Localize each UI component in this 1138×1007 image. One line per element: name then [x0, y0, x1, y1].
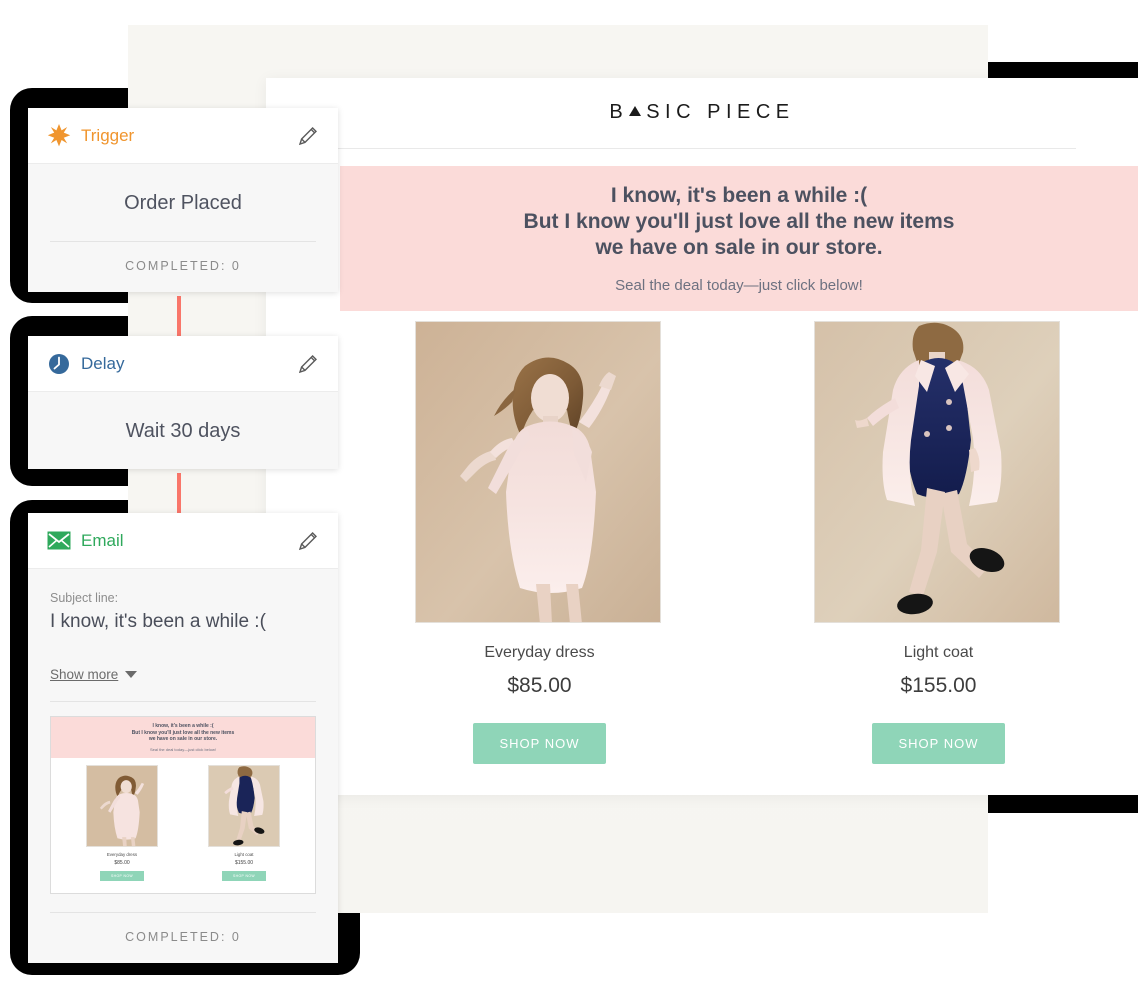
pencil-icon[interactable]	[296, 529, 320, 553]
flow-card-header: Email	[28, 513, 338, 569]
screenshot-root: B SIC PIECE I know, it's been a while :( …	[0, 0, 1138, 1007]
flow-card-body: Wait 30 days	[28, 392, 338, 469]
flow-card-body: Subject line: I know, it's been a while …	[28, 569, 338, 963]
product-card: Everyday dress $85.00 SHOP NOW	[414, 321, 665, 764]
product-card: Light coat $155.00 SHOP NOW	[813, 321, 1064, 764]
product-grid: Everyday dress $85.00 SHOP NOW Light coa…	[340, 321, 1138, 764]
flow-card-delay[interactable]: Delay Wait 30 days	[28, 336, 338, 469]
flow-card-header: Trigger	[28, 108, 338, 164]
thumbnail-product-grid: Everyday dress $85.00 SHOP NOW Light coa…	[51, 758, 315, 881]
thumbnail-product: Light coat $155.00 SHOP NOW	[203, 765, 285, 881]
logo-text-after: SIC PIECE	[646, 101, 795, 123]
flow-card-body: Order Placed COMPLETED: 0	[28, 164, 338, 292]
chevron-down-icon	[125, 671, 138, 678]
delay-duration: Wait 30 days	[125, 420, 241, 442]
triangle-a-icon	[629, 105, 642, 116]
thumbnail-shop-now-button: SHOP NOW	[222, 871, 266, 881]
promo-banner: I know, it's been a while :( But I know …	[340, 166, 1138, 311]
show-more-toggle[interactable]: Show more	[50, 667, 138, 682]
banner-headline-2: But I know you'll just love all the new …	[523, 210, 955, 233]
logo-text-before: B	[609, 101, 629, 123]
thumbnail-product-image-light-coat	[208, 765, 280, 847]
email-thumbnail-preview[interactable]: I know, it's been a while :( But I know …	[50, 716, 316, 894]
thumbnail-product-price: $155.00	[234, 860, 254, 866]
envelope-icon	[46, 528, 72, 554]
completed-count: COMPLETED: 0	[125, 930, 241, 944]
shop-now-button[interactable]: SHOP NOW	[473, 723, 606, 764]
product-image-everyday-dress	[414, 321, 661, 623]
banner-headline-3: we have on sale in our store.	[595, 236, 883, 259]
trigger-event-name: Order Placed	[124, 192, 242, 214]
email-details: Subject line: I know, it's been a while …	[28, 569, 338, 894]
completed-count: COMPLETED: 0	[125, 259, 241, 273]
pencil-icon[interactable]	[296, 352, 320, 376]
shop-now-button[interactable]: SHOP NOW	[872, 723, 1005, 764]
show-more-label: Show more	[50, 667, 119, 682]
flow-card-header: Delay	[28, 336, 338, 392]
subject-line-value: I know, it's been a while :(	[50, 611, 266, 632]
thumbnail-product-image-everyday-dress	[86, 765, 158, 847]
thumbnail-shop-now-button: SHOP NOW	[100, 871, 144, 881]
thumbnail-headline-3: we have on sale in our store.	[148, 736, 218, 743]
thumbnail-product-price: $85.00	[114, 860, 130, 866]
thumbnail-product-name: Everyday dress	[106, 852, 138, 857]
thumbnail-headline-1: I know, it's been a while :(	[152, 723, 214, 730]
header-divider	[328, 148, 1076, 149]
thumbnail-product-name: Light coat	[234, 852, 254, 857]
thumbnail-headline-2: But I know you'll just love all the new …	[131, 729, 235, 736]
flow-card-title: Delay	[81, 353, 125, 373]
starburst-icon	[46, 123, 72, 149]
subject-line-label: Subject line:	[50, 591, 119, 605]
pencil-icon[interactable]	[296, 124, 320, 148]
flow-card-title: Email	[81, 530, 124, 550]
product-name: Light coat	[903, 644, 974, 661]
product-image-light-coat	[813, 321, 1060, 623]
flow-card-trigger[interactable]: Trigger Order Placed COMPLETED: 0	[28, 108, 338, 292]
banner-subline: Seal the deal today—just click below!	[615, 277, 863, 294]
product-name: Everyday dress	[484, 644, 595, 661]
divider	[50, 701, 316, 702]
brand-logo: B SIC PIECE	[266, 78, 1138, 147]
flow-card-email[interactable]: Email Subject line: I know, it's been a …	[28, 513, 338, 963]
product-price: $155.00	[900, 674, 977, 697]
email-preview-panel: B SIC PIECE I know, it's been a while :( …	[266, 78, 1138, 795]
product-price: $85.00	[507, 674, 572, 697]
decor-slab-right-bottom	[988, 793, 1138, 813]
banner-headline-1: I know, it's been a while :(	[610, 184, 868, 207]
thumbnail-banner: I know, it's been a while :( But I know …	[51, 717, 315, 758]
flow-card-title: Trigger	[81, 125, 135, 145]
clock-icon	[46, 351, 72, 377]
thumbnail-subline: Seal the deal today—just click below!	[149, 746, 217, 752]
thumbnail-product: Everyday dress $85.00 SHOP NOW	[81, 765, 163, 881]
